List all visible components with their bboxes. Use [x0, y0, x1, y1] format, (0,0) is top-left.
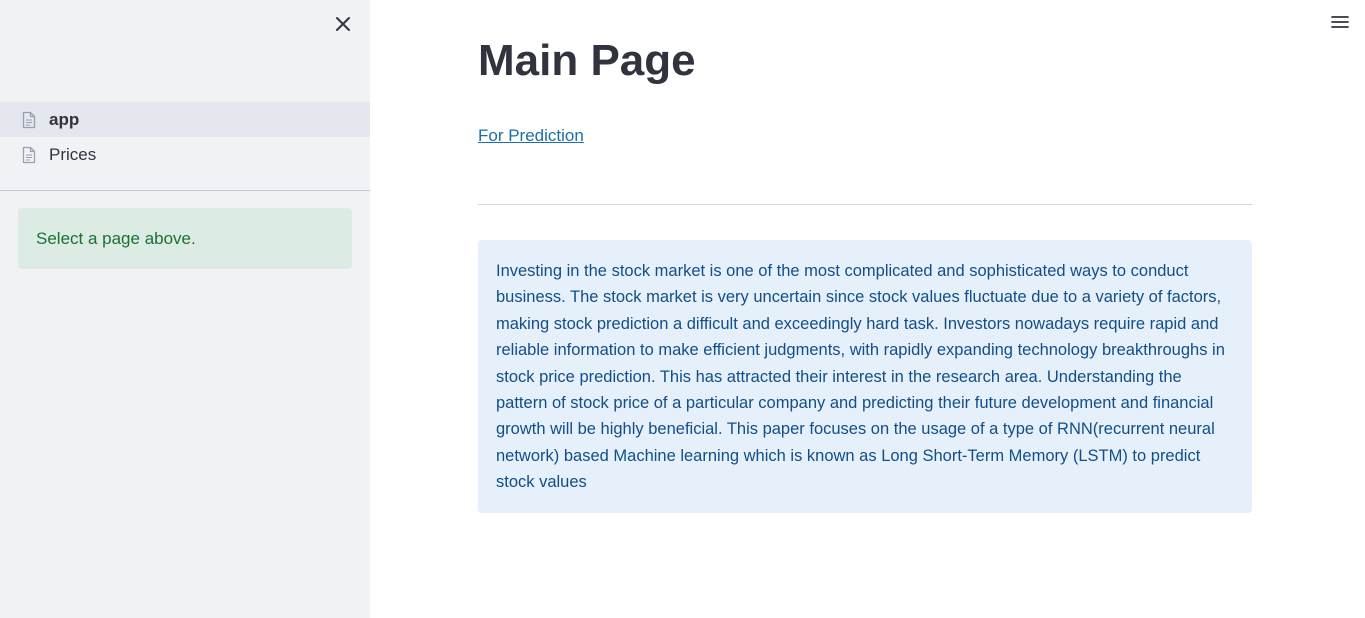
close-sidebar-button[interactable] [333, 14, 353, 34]
sidebar-nav: app Prices [0, 102, 370, 172]
sidebar-divider [0, 190, 370, 191]
alert-text: Select a page above. [36, 228, 196, 248]
document-icon [22, 146, 36, 163]
for-prediction-link[interactable]: For Prediction [478, 126, 584, 146]
document-icon [22, 111, 36, 128]
sidebar-item-prices[interactable]: Prices [0, 137, 370, 172]
main-menu-button[interactable] [1330, 13, 1350, 31]
sidebar-item-app[interactable]: app [0, 102, 370, 137]
close-icon [336, 17, 350, 31]
sidebar: app Prices Select a page above. [0, 0, 370, 618]
info-text: Investing in the stock market is one of … [496, 262, 1225, 492]
sidebar-item-label: Prices [49, 144, 97, 164]
app-window: app Prices Select a page above. Main Pag… [0, 0, 1365, 618]
success-alert: Select a page above. [18, 208, 352, 269]
sidebar-item-label: app [49, 109, 80, 129]
info-box: Investing in the stock market is one of … [478, 240, 1252, 513]
page-title: Main Page [478, 36, 696, 85]
content-divider [478, 204, 1252, 205]
hamburger-menu-icon [1331, 16, 1349, 28]
